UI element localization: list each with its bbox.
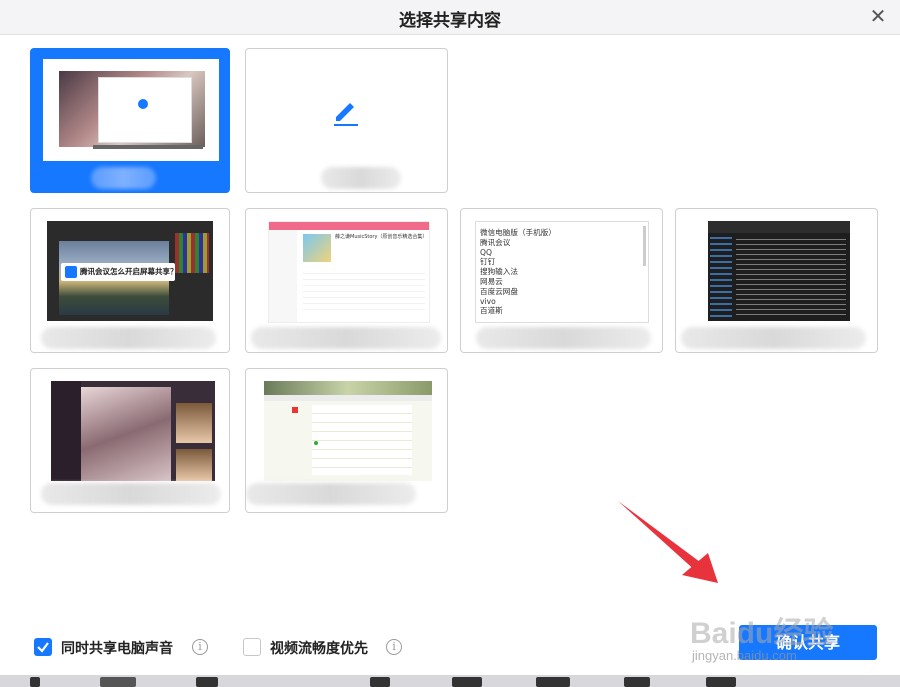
share-tile-browser[interactable] bbox=[245, 368, 448, 513]
file-explorer-thumbnail bbox=[708, 221, 850, 321]
taskbar-icon[interactable] bbox=[536, 677, 570, 687]
whiteboard-label bbox=[321, 167, 401, 189]
chat-app-label bbox=[41, 483, 221, 505]
watermark-url: jingyan.baidu.com bbox=[692, 648, 797, 663]
share-tile-whiteboard[interactable] bbox=[245, 48, 448, 193]
video-smooth-label[interactable]: 视频流畅度优先 bbox=[270, 638, 368, 658]
program-list-item: 腾讯会议 bbox=[480, 237, 511, 247]
meeting-logo-icon bbox=[65, 266, 77, 278]
file-explorer-label bbox=[681, 327, 866, 349]
desktop-thumbnail bbox=[43, 59, 219, 161]
share-tile-music-app[interactable]: 薛之谦MusicStory（原创音乐精选合集） bbox=[245, 208, 448, 353]
dialog-title-bar: 选择共享内容 ✕ bbox=[0, 0, 900, 35]
browser-thumbnail bbox=[264, 381, 432, 481]
taskbar-icon[interactable] bbox=[452, 677, 482, 687]
music-app-thumbnail: 薛之谦MusicStory（原创音乐精选合集） bbox=[268, 221, 430, 323]
taskbar-icon[interactable] bbox=[196, 677, 218, 687]
check-icon bbox=[37, 642, 49, 653]
music-title-text: 薛之谦MusicStory（原创音乐精选合集） bbox=[335, 234, 428, 240]
photoshop-overlay-text: 腾讯会议怎么开启屏幕共享？ bbox=[80, 267, 178, 276]
close-icon[interactable]: ✕ bbox=[866, 4, 890, 28]
program-list-item: vivo bbox=[480, 296, 496, 306]
program-list-item: QQ bbox=[480, 247, 492, 257]
taskbar-icon[interactable] bbox=[624, 677, 650, 687]
photoshop-label bbox=[41, 327, 216, 349]
program-list-item: 钉钉 bbox=[480, 257, 496, 267]
share-audio-label[interactable]: 同时共享电脑声音 bbox=[61, 638, 173, 658]
program-list-item: 微信电脑版（手机版） bbox=[480, 228, 556, 237]
program-list-item: 百度云网盘 bbox=[480, 286, 518, 296]
chat-app-thumbnail bbox=[51, 381, 215, 481]
share-tile-chat-app[interactable] bbox=[30, 368, 230, 513]
taskbar-icon[interactable] bbox=[100, 677, 136, 687]
share-audio-checkbox[interactable] bbox=[34, 638, 52, 656]
taskbar-icon[interactable] bbox=[706, 677, 736, 687]
red-arrow-annotation bbox=[618, 501, 718, 583]
info-icon[interactable]: i bbox=[192, 639, 208, 655]
pencil-icon bbox=[334, 103, 358, 126]
taskbar-icon[interactable] bbox=[30, 677, 40, 687]
music-app-label bbox=[251, 327, 441, 349]
info-icon[interactable]: i bbox=[386, 639, 402, 655]
program-list-item: 搜狗输入法 bbox=[480, 267, 518, 277]
taskbar-icon[interactable] bbox=[370, 677, 390, 687]
program-list-thumbnail: 微信电脑版（手机版） 腾讯会议 QQ 钉钉 搜狗输入法 网易云 百度云网盘 vi… bbox=[475, 221, 649, 323]
share-tile-photoshop[interactable]: 腾讯会议怎么开启屏幕共享？ bbox=[30, 208, 230, 353]
dialog-title: 选择共享内容 bbox=[399, 11, 501, 31]
desktop-label bbox=[91, 167, 156, 189]
photoshop-thumbnail: 腾讯会议怎么开启屏幕共享？ bbox=[47, 221, 213, 321]
share-tile-desktop[interactable] bbox=[30, 48, 230, 193]
watermark-brand: Baidu经验 bbox=[690, 617, 834, 650]
share-tile-file-explorer[interactable] bbox=[675, 208, 878, 353]
program-list-item: 网易云 bbox=[480, 276, 503, 286]
browser-label bbox=[246, 483, 416, 505]
program-list-item: 百道斯 bbox=[480, 306, 503, 316]
program-list-label bbox=[476, 327, 651, 349]
program-list: 微信电脑版（手机版） 腾讯会议 QQ 钉钉 搜狗输入法 网易云 百度云网盘 vi… bbox=[480, 228, 556, 316]
share-tile-program-list[interactable]: 微信电脑版（手机版） 腾讯会议 QQ 钉钉 搜狗输入法 网易云 百度云网盘 vi… bbox=[460, 208, 663, 353]
video-smooth-checkbox[interactable] bbox=[243, 638, 261, 656]
